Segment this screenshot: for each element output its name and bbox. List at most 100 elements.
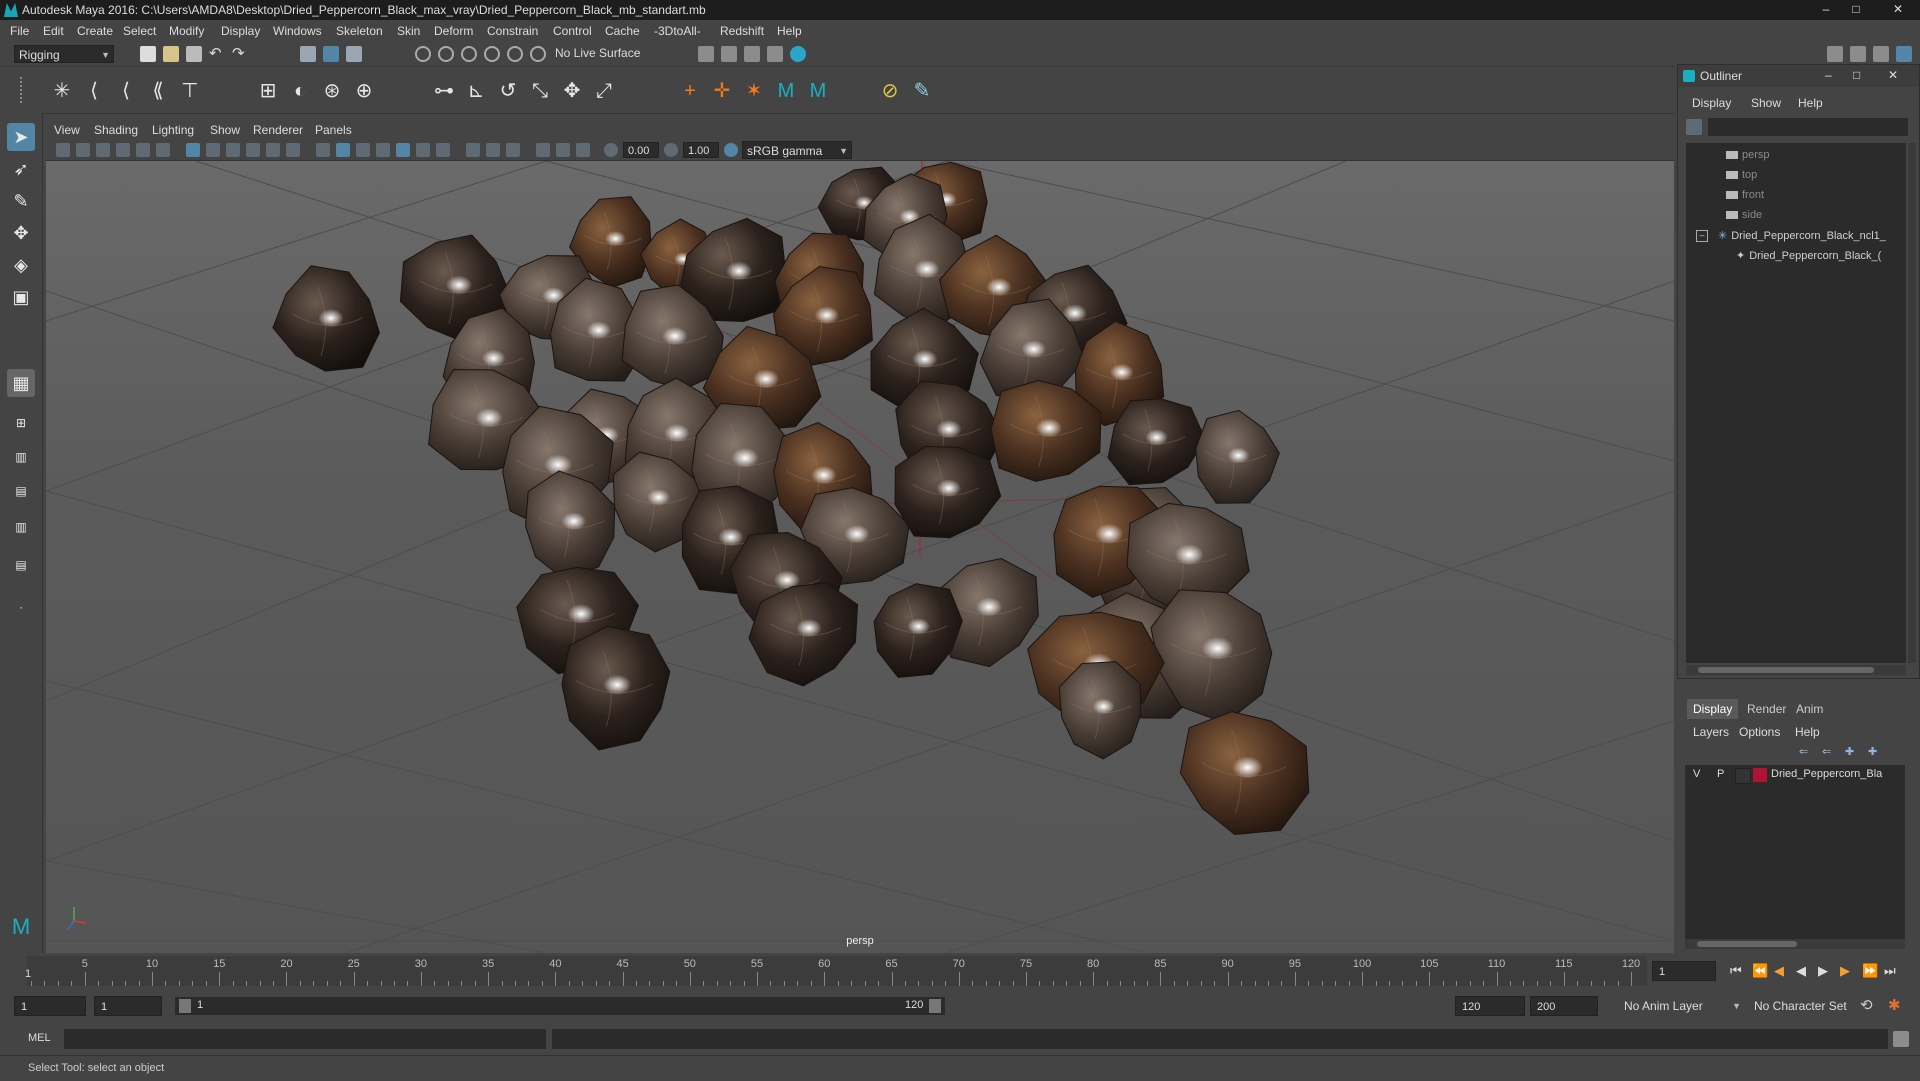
open-scene-icon[interactable] — [163, 46, 179, 62]
mode-selector[interactable]: Rigging ▼ — [14, 45, 114, 63]
color-management-icon[interactable] — [724, 143, 738, 157]
mash-icon[interactable]: M — [774, 79, 798, 103]
ik-handle-icon[interactable]: ⟨ — [82, 79, 106, 103]
redshift-render-icon[interactable] — [790, 46, 806, 62]
pole-vector-icon[interactable]: ⤢ — [592, 79, 616, 103]
outliner-item-top[interactable]: top — [1726, 169, 1757, 187]
resolution-gate-icon[interactable] — [226, 143, 240, 157]
layer-visibility-toggle[interactable]: V — [1693, 768, 1700, 780]
minimize-button[interactable]: – — [1815, 1, 1837, 17]
layer-horizontal-scrollbar[interactable] — [1685, 939, 1905, 949]
image-plane-icon[interactable] — [116, 143, 130, 157]
peppercorn[interactable] — [873, 583, 963, 679]
point-constraint-icon[interactable]: ⊾ — [464, 79, 488, 103]
peppercorn-group[interactable] — [272, 161, 1310, 836]
outliner-menu-display[interactable]: Display — [1692, 96, 1731, 110]
outliner-item-group[interactable]: – ✳ Dried_Peppercorn_Black_ncl1_ — [1696, 229, 1886, 247]
play-forward-icon[interactable]: ▶ — [1818, 963, 1828, 979]
ik-spline-icon[interactable]: ⟨ — [114, 79, 138, 103]
render-view-icon[interactable] — [767, 46, 783, 62]
play-backward-icon[interactable]: ◀ — [1796, 963, 1806, 979]
outliner-maximize-button[interactable]: □ — [1853, 68, 1860, 82]
go-to-end-icon[interactable]: ⏭ — [1884, 963, 1896, 979]
gamma-field[interactable]: 1.00 — [683, 142, 719, 158]
playback-start-field[interactable]: 1 — [94, 996, 162, 1016]
maximize-button[interactable]: □ — [1845, 1, 1867, 17]
outliner-search-input[interactable] — [1708, 118, 1908, 136]
mash-network-icon[interactable]: M — [806, 79, 830, 103]
timeline-ruler[interactable]: 1 5 10 15 20 25 30 35 40 45 50 55 60 65 70 75 80 85 90 95 1… — [25, 956, 1647, 986]
snap-point-icon[interactable] — [461, 46, 477, 62]
menu-help[interactable]: Help — [777, 24, 802, 38]
textured-icon[interactable] — [376, 143, 390, 157]
menu-skeleton[interactable]: Skeleton — [336, 24, 383, 38]
layer-menu-help[interactable]: Help — [1795, 725, 1820, 739]
menu-windows[interactable]: Windows — [273, 24, 322, 38]
isolate-icon[interactable] — [576, 143, 590, 157]
layer-color-swatch[interactable] — [1753, 768, 1767, 782]
color-space-dropdown[interactable]: sRGB gamma ▼ — [742, 141, 852, 159]
command-language-toggle[interactable]: MEL — [28, 1032, 51, 1044]
single-pane-layout-icon[interactable]: ▦ — [7, 369, 35, 397]
menu-constrain[interactable]: Constrain — [487, 24, 538, 38]
rotate-tool-icon[interactable]: ◈ — [7, 251, 35, 279]
parent-constraint-icon[interactable]: ⊶ — [432, 79, 456, 103]
menu-modify[interactable]: Modify — [169, 24, 204, 38]
persp-viewport[interactable]: persp — [46, 161, 1674, 953]
outliner-close-button[interactable]: ✕ — [1888, 68, 1898, 82]
snap-curve-icon[interactable] — [438, 46, 454, 62]
outliner-item-front[interactable]: front — [1726, 189, 1764, 207]
attribute-editor-icon[interactable] — [1873, 46, 1889, 62]
command-input[interactable] — [64, 1029, 546, 1049]
render-settings-icon[interactable] — [698, 46, 714, 62]
layer-name[interactable]: Dried_Peppercorn_Bla — [1771, 768, 1882, 780]
viewport-menu-shading[interactable]: Shading — [94, 123, 138, 137]
collapse-icon[interactable]: – — [1696, 230, 1708, 243]
character-set-dropdown[interactable]: No Character Set — [1750, 996, 1870, 1016]
xray-icon[interactable] — [486, 143, 500, 157]
wireframe-icon[interactable] — [316, 143, 330, 157]
tab-anim[interactable]: Anim — [1790, 699, 1829, 719]
tab-render[interactable]: Render — [1741, 699, 1792, 719]
scroll-thumb[interactable] — [1697, 941, 1797, 947]
menu-edit[interactable]: Edit — [43, 24, 64, 38]
workspace-icon[interactable] — [1827, 46, 1843, 62]
lasso-tool-icon[interactable]: ➶ — [7, 155, 35, 183]
channel-box-icon[interactable] — [1850, 46, 1866, 62]
new-scene-icon[interactable] — [140, 46, 156, 62]
persp-outliner-layout-icon[interactable]: ▤ — [7, 477, 35, 505]
step-forward-key-icon[interactable]: ⏩ — [1862, 963, 1878, 979]
viewport-menu-renderer[interactable]: Renderer — [253, 123, 303, 137]
use-all-lights-icon[interactable] — [396, 143, 410, 157]
go-to-start-icon[interactable]: ⏮ — [1730, 963, 1742, 979]
joint-tool-icon[interactable]: ✳ — [50, 79, 74, 103]
humanik-icon[interactable]: ⊤ — [178, 79, 202, 103]
motion-blur-icon[interactable] — [436, 143, 450, 157]
driven-key-icon[interactable]: ✶ — [742, 79, 766, 103]
layer-menu-options[interactable]: Options — [1739, 725, 1780, 739]
menu-control[interactable]: Control — [553, 24, 592, 38]
range-end-handle[interactable] — [929, 999, 941, 1013]
hypershade-layout-icon[interactable]: ▤ — [7, 551, 35, 579]
smooth-shade-icon[interactable] — [336, 143, 350, 157]
lattice-icon[interactable]: ⊛ — [320, 79, 344, 103]
menu-deform[interactable]: Deform — [434, 24, 473, 38]
layer-type-toggle[interactable] — [1735, 768, 1751, 784]
aim-constraint-icon[interactable]: ✥ — [560, 79, 584, 103]
mirror-joint-icon[interactable]: ⟪ — [146, 79, 170, 103]
step-back-key-icon[interactable]: ⏪ — [1752, 963, 1768, 979]
script-editor-icon[interactable] — [1893, 1031, 1909, 1047]
frame-all-icon[interactable] — [536, 143, 550, 157]
range-bar[interactable]: 1 120 — [175, 997, 945, 1015]
four-pane-layout-icon[interactable]: ⊞ — [7, 409, 35, 437]
ambient-occlusion-icon[interactable] — [416, 143, 430, 157]
orient-constraint-icon[interactable]: ↺ — [496, 79, 520, 103]
viewport-menu-panels[interactable]: Panels — [315, 123, 352, 137]
outliner-header[interactable]: Outliner – □ ✕ — [1678, 65, 1919, 87]
frame-selection-icon[interactable] — [556, 143, 570, 157]
menu-redshift[interactable]: Redshift — [720, 24, 764, 38]
menu-file[interactable]: File — [10, 24, 29, 38]
menu-3dtoall[interactable]: -3DtoAll- — [654, 24, 701, 38]
tool-settings-icon[interactable] — [1896, 46, 1912, 62]
auto-key-icon[interactable]: ⟲ — [1860, 996, 1873, 1014]
